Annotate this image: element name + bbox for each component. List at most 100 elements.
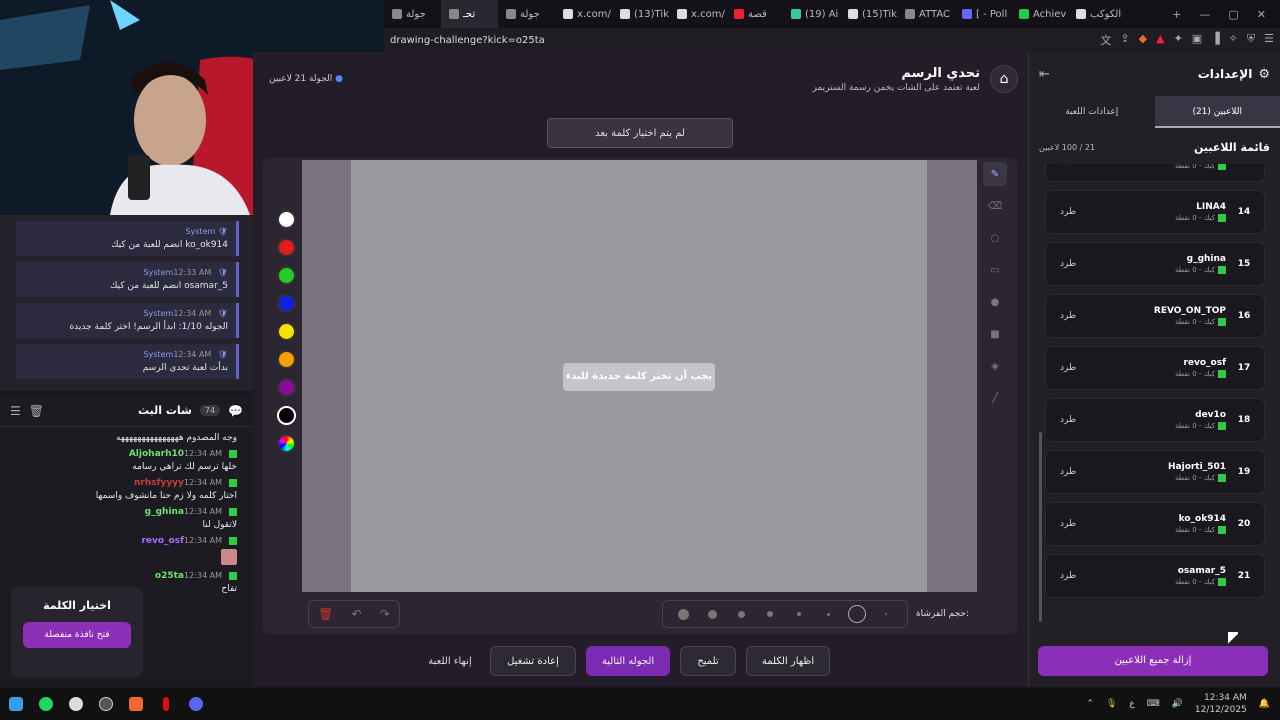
trash-icon[interactable]: 🗑 — [29, 404, 44, 418]
chat-username[interactable]: revo_osf — [141, 536, 184, 546]
reveal-word-button[interactable]: اظهار الكلمة — [746, 646, 830, 676]
browser-tab[interactable]: x.com/ — [669, 0, 726, 28]
kick-player-button[interactable]: طرد — [1060, 164, 1076, 165]
tab-game-settings[interactable]: إعدادات اللعبة — [1029, 96, 1155, 128]
extensions-icon[interactable]: ✦ — [1174, 32, 1183, 48]
rectangle-outline-icon[interactable]: ▭ — [983, 258, 1007, 282]
language-indicator[interactable]: ع — [1129, 699, 1134, 709]
brush-size-option[interactable] — [698, 609, 727, 619]
chevron-up-icon[interactable]: ⌃ — [1086, 699, 1094, 709]
color-swatch[interactable] — [276, 406, 296, 425]
collapse-panel-icon[interactable]: ⇤ — [1039, 67, 1050, 82]
end-game-button[interactable]: إنهاء اللعبة — [420, 646, 480, 676]
chat-username[interactable]: Aljoharh10 — [129, 449, 184, 459]
kick-player-button[interactable]: طرد — [1060, 311, 1076, 321]
chat-username[interactable]: g_ghina — [145, 507, 184, 517]
maximize-icon[interactable]: ▢ — [1228, 8, 1238, 21]
tab-players[interactable]: اللاعبين (21) — [1154, 96, 1280, 128]
kick-player-button[interactable]: طرد — [1060, 207, 1076, 217]
browser-tab[interactable]: x.com/ — [555, 0, 612, 28]
share-icon[interactable]: ⇪ — [1120, 32, 1129, 48]
volume-icon[interactable]: 🔊 — [1172, 699, 1183, 709]
new-tab-icon[interactable]: + — [1172, 8, 1181, 21]
network-icon[interactable]: ⌨ — [1147, 699, 1160, 709]
browser-tab[interactable]: تحـ — [441, 0, 498, 28]
close-window-icon[interactable]: ✕ — [1257, 8, 1266, 21]
sidebar-icon[interactable]: ▐ — [1211, 32, 1219, 48]
browser-tab[interactable]: [ - Poll — [954, 0, 1011, 28]
circle-outline-icon[interactable]: ○ — [983, 226, 1007, 250]
brave-icon[interactable] — [122, 690, 150, 718]
notification-icon[interactable]: 🔔 — [1259, 699, 1270, 709]
menu-icon[interactable]: ☰ — [1264, 32, 1274, 48]
browser-tab[interactable]: (15)Tik — [840, 0, 897, 28]
browser-tab[interactable]: جولة — [384, 0, 441, 28]
custom-color-picker[interactable] — [276, 434, 296, 453]
clock[interactable]: 12:34 AM 12/12/2025 — [1195, 692, 1247, 716]
netflix-icon[interactable] — [152, 690, 180, 718]
home-button[interactable]: ⌂ — [990, 65, 1018, 93]
rewards-icon[interactable]: ▲ — [1156, 32, 1164, 48]
clear-icon[interactable]: 🗑 — [318, 607, 333, 621]
color-swatch[interactable] — [276, 266, 296, 285]
color-swatch[interactable] — [276, 210, 296, 229]
browser-tab[interactable]: (19) Ai — [783, 0, 840, 28]
eraser-icon[interactable]: ⌫ — [983, 194, 1007, 218]
obs-icon[interactable] — [92, 690, 120, 718]
restart-button[interactable]: إعادة تشغيل — [490, 646, 576, 676]
mic-icon[interactable]: 🎙 — [1106, 699, 1117, 709]
browser-tab[interactable]: قصة — [726, 0, 783, 28]
brush-size-option[interactable] — [669, 608, 698, 620]
line-icon[interactable]: ╱ — [983, 386, 1007, 410]
browser-tab[interactable]: (13)Tik — [612, 0, 669, 28]
brush-size-selected[interactable] — [843, 605, 872, 623]
browser-tab[interactable]: Achiev — [1011, 0, 1068, 28]
address-bar[interactable]: drawing-challenge?kick=o25ta 文 ⇪ ◆ ▲ ✦ ▣… — [384, 28, 1280, 52]
scrollbar[interactable] — [1039, 432, 1042, 622]
list-icon[interactable]: ☰ — [10, 404, 21, 418]
browser-tab[interactable]: جولة — [498, 0, 555, 28]
spotify-icon[interactable] — [32, 690, 60, 718]
brush-size-option[interactable] — [785, 612, 814, 616]
url-text[interactable]: drawing-challenge?kick=o25ta — [390, 35, 545, 46]
minimize-icon[interactable]: — — [1199, 8, 1210, 21]
brave-shield-icon[interactable]: ◆ — [1139, 32, 1147, 48]
brush-size-option[interactable] — [814, 612, 843, 616]
chat-text: خلها ترسم لك تراهي رسامه — [132, 462, 237, 472]
redo-icon[interactable]: ↷ — [380, 607, 390, 621]
color-swatch[interactable] — [276, 294, 296, 313]
chat-username[interactable]: o25ta — [155, 571, 184, 581]
brush-size-option[interactable] — [872, 613, 901, 615]
remove-all-players-button[interactable]: إزالة جميع اللاعبين — [1038, 646, 1268, 676]
chat-username[interactable]: nrhsfyyyy — [134, 478, 184, 488]
brush-size-option[interactable] — [756, 611, 785, 617]
steam-icon[interactable] — [62, 690, 90, 718]
leo-icon[interactable]: ✧ — [1229, 32, 1238, 48]
open-window-button[interactable]: فتح نافذة منفصلة — [23, 622, 131, 648]
kick-player-button[interactable]: طرد — [1060, 259, 1076, 269]
discord-icon[interactable] — [182, 690, 210, 718]
pencil-icon[interactable]: ✎ — [983, 162, 1007, 186]
undo-icon[interactable]: ↶ — [352, 607, 362, 621]
kick-player-button[interactable]: طرد — [1060, 571, 1076, 581]
browser-tab[interactable]: الكوكب — [1068, 0, 1125, 28]
color-swatch[interactable] — [276, 238, 296, 257]
wallet-icon[interactable]: ▣ — [1192, 32, 1202, 48]
color-swatch[interactable] — [276, 378, 296, 397]
browser-tab[interactable]: ATTAC — [897, 0, 954, 28]
brush-size-option[interactable] — [727, 610, 756, 618]
vpn-icon[interactable]: ⛨ — [1247, 32, 1255, 48]
kick-player-button[interactable]: طرد — [1060, 415, 1076, 425]
windows-start-icon[interactable] — [2, 690, 30, 718]
kick-player-button[interactable]: طرد — [1060, 363, 1076, 373]
color-swatch[interactable] — [276, 350, 296, 369]
fill-bucket-icon[interactable]: ◈ — [983, 354, 1007, 378]
rectangle-filled-icon[interactable]: ■ — [983, 322, 1007, 346]
hint-button[interactable]: تلميح — [680, 646, 736, 676]
next-round-button[interactable]: الجوله التالية — [586, 646, 670, 676]
kick-player-button[interactable]: طرد — [1060, 467, 1076, 477]
kick-player-button[interactable]: طرد — [1060, 519, 1076, 529]
color-swatch[interactable] — [276, 322, 296, 341]
circle-filled-icon[interactable]: ● — [983, 290, 1007, 314]
translate-icon[interactable]: 文 — [1100, 32, 1111, 48]
